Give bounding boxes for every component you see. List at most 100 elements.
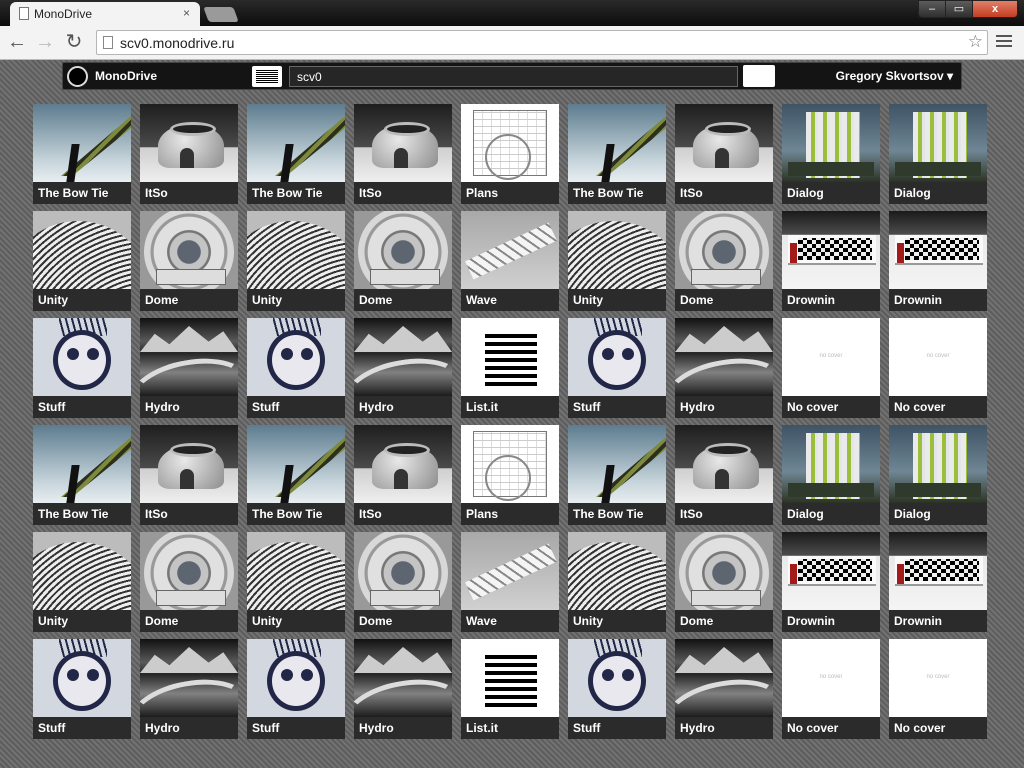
- project-thumbnail[interactable]: no cover: [782, 639, 880, 717]
- project-tile[interactable]: ItSo: [675, 104, 773, 204]
- project-tile[interactable]: Dome: [675, 532, 773, 632]
- new-tab-button[interactable]: [203, 7, 239, 22]
- project-thumbnail[interactable]: [140, 532, 238, 610]
- project-label[interactable]: ItSo: [140, 182, 238, 204]
- project-thumbnail[interactable]: no cover: [889, 639, 987, 717]
- project-label[interactable]: Dialog: [889, 182, 987, 204]
- project-label[interactable]: The Bow Tie: [568, 182, 666, 204]
- maximize-button[interactable]: ▭: [945, 0, 973, 18]
- project-tile[interactable]: Hydro: [354, 318, 452, 418]
- project-label[interactable]: The Bow Tie: [33, 503, 131, 525]
- project-label[interactable]: Wave: [461, 289, 559, 311]
- project-thumbnail[interactable]: [140, 104, 238, 182]
- project-thumbnail[interactable]: [140, 639, 238, 717]
- project-tile[interactable]: Hydro: [140, 639, 238, 739]
- project-thumbnail[interactable]: [461, 532, 559, 610]
- project-tile[interactable]: ItSo: [140, 104, 238, 204]
- project-label[interactable]: The Bow Tie: [247, 503, 345, 525]
- project-thumbnail[interactable]: [889, 425, 987, 503]
- project-thumbnail[interactable]: [247, 532, 345, 610]
- project-tile[interactable]: Stuff: [568, 318, 666, 418]
- project-label[interactable]: Dome: [675, 289, 773, 311]
- project-tile[interactable]: no cover No cover: [889, 318, 987, 418]
- project-thumbnail[interactable]: no cover: [889, 318, 987, 396]
- project-tile[interactable]: List.it: [461, 639, 559, 739]
- project-thumbnail[interactable]: [461, 425, 559, 503]
- project-thumbnail[interactable]: [675, 425, 773, 503]
- project-label[interactable]: Dome: [140, 289, 238, 311]
- project-label[interactable]: Stuff: [568, 396, 666, 418]
- project-label[interactable]: Hydro: [675, 717, 773, 739]
- project-tile[interactable]: no cover No cover: [782, 318, 880, 418]
- project-label[interactable]: ItSo: [354, 182, 452, 204]
- project-tile[interactable]: Unity: [247, 532, 345, 632]
- project-thumbnail[interactable]: [461, 318, 559, 396]
- project-tile[interactable]: Stuff: [33, 318, 131, 418]
- project-tile[interactable]: ItSo: [140, 425, 238, 525]
- project-tile[interactable]: Dialog: [889, 104, 987, 204]
- project-label[interactable]: Drownin: [889, 610, 987, 632]
- project-label[interactable]: The Bow Tie: [568, 503, 666, 525]
- project-tile[interactable]: Hydro: [675, 639, 773, 739]
- project-label[interactable]: Unity: [568, 610, 666, 632]
- brand-title[interactable]: MonoDrive: [95, 69, 157, 83]
- close-tab-icon[interactable]: ×: [183, 6, 190, 20]
- project-thumbnail[interactable]: no cover: [782, 318, 880, 396]
- project-thumbnail[interactable]: [247, 211, 345, 289]
- project-tile[interactable]: no cover No cover: [782, 639, 880, 739]
- project-label[interactable]: Unity: [33, 289, 131, 311]
- reload-icon[interactable]: ↻: [62, 29, 86, 55]
- project-tile[interactable]: Dome: [354, 532, 452, 632]
- project-label[interactable]: Unity: [247, 289, 345, 311]
- project-thumbnail[interactable]: [247, 318, 345, 396]
- project-label[interactable]: ItSo: [354, 503, 452, 525]
- project-label[interactable]: No cover: [782, 717, 880, 739]
- project-tile[interactable]: Hydro: [675, 318, 773, 418]
- project-thumbnail[interactable]: [33, 104, 131, 182]
- project-thumbnail[interactable]: [354, 639, 452, 717]
- project-thumbnail[interactable]: [33, 318, 131, 396]
- project-thumbnail[interactable]: [33, 211, 131, 289]
- project-tile[interactable]: Drownin: [782, 211, 880, 311]
- address-bar[interactable]: scv0.monodrive.ru ☆: [96, 30, 988, 55]
- project-thumbnail[interactable]: [568, 425, 666, 503]
- project-tile[interactable]: Stuff: [247, 318, 345, 418]
- project-tile[interactable]: Drownin: [889, 532, 987, 632]
- project-tile[interactable]: List.it: [461, 318, 559, 418]
- project-tile[interactable]: Dome: [140, 532, 238, 632]
- project-thumbnail[interactable]: [889, 211, 987, 289]
- project-tile[interactable]: ItSo: [354, 104, 452, 204]
- project-thumbnail[interactable]: [568, 532, 666, 610]
- project-label[interactable]: ItSo: [140, 503, 238, 525]
- project-thumbnail[interactable]: [354, 532, 452, 610]
- project-label[interactable]: Hydro: [354, 717, 452, 739]
- project-tile[interactable]: Plans: [461, 425, 559, 525]
- project-thumbnail[interactable]: [675, 318, 773, 396]
- project-thumbnail[interactable]: [675, 104, 773, 182]
- project-thumbnail[interactable]: [461, 104, 559, 182]
- user-menu[interactable]: Gregory Skvortsov ▾: [836, 69, 953, 83]
- project-tile[interactable]: Plans: [461, 104, 559, 204]
- forward-icon[interactable]: →: [33, 29, 57, 55]
- project-label[interactable]: Hydro: [140, 396, 238, 418]
- project-label[interactable]: The Bow Tie: [247, 182, 345, 204]
- project-thumbnail[interactable]: [247, 425, 345, 503]
- project-label[interactable]: Dialog: [889, 503, 987, 525]
- project-label[interactable]: Drownin: [782, 610, 880, 632]
- project-label[interactable]: Stuff: [33, 717, 131, 739]
- project-thumbnail[interactable]: [782, 104, 880, 182]
- back-icon[interactable]: ←: [5, 29, 29, 55]
- project-tile[interactable]: Dialog: [782, 425, 880, 525]
- bookmark-star-icon[interactable]: ☆: [968, 32, 983, 52]
- minimize-button[interactable]: –: [918, 0, 946, 18]
- project-tile[interactable]: Unity: [33, 211, 131, 311]
- project-thumbnail[interactable]: [782, 425, 880, 503]
- project-label[interactable]: List.it: [461, 396, 559, 418]
- project-tile[interactable]: Wave: [461, 211, 559, 311]
- project-tile[interactable]: Unity: [33, 532, 131, 632]
- project-label[interactable]: No cover: [782, 396, 880, 418]
- project-label[interactable]: Unity: [247, 610, 345, 632]
- project-tile[interactable]: ItSo: [675, 425, 773, 525]
- project-thumbnail[interactable]: [568, 211, 666, 289]
- project-thumbnail[interactable]: [782, 532, 880, 610]
